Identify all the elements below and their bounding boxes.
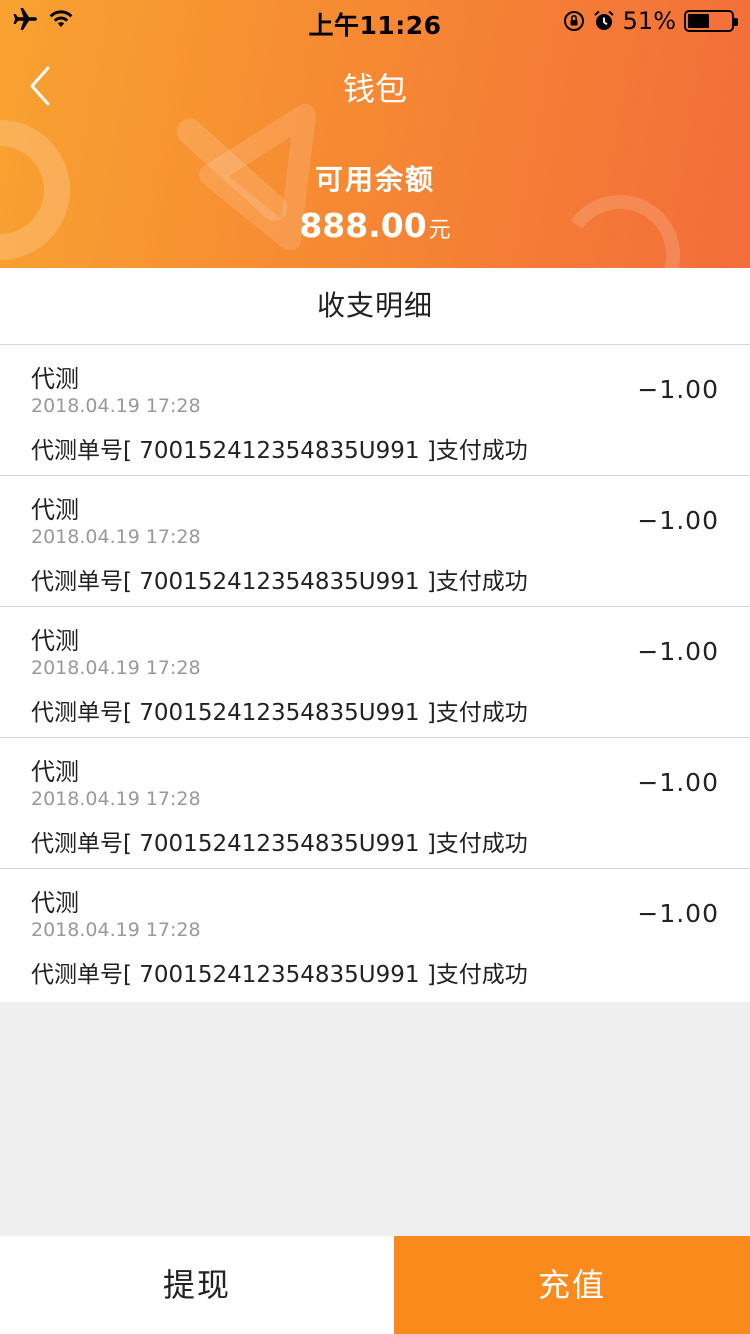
- transaction-description: 代测单号[ 700152412354835U991 ]支付成功: [31, 962, 528, 988]
- rotation-lock-icon: [563, 11, 584, 31]
- transaction-date: 2018.04.19 17:28: [31, 788, 201, 810]
- section-title: 收支明细: [0, 268, 750, 345]
- transaction-date: 2018.04.19 17:28: [31, 526, 201, 548]
- transaction-amount: −1.00: [637, 375, 719, 404]
- transaction-amount: −1.00: [637, 899, 719, 928]
- transaction-title: 代测: [31, 496, 79, 524]
- page-title: 钱包: [342, 70, 407, 108]
- transaction-date: 2018.04.19 17:28: [31, 919, 201, 941]
- list-item[interactable]: 代测 2018.04.19 17:28 代测单号[ 70015241235483…: [0, 869, 750, 1002]
- transaction-title: 代测: [31, 627, 79, 655]
- transaction-title: 代测: [31, 758, 79, 786]
- transaction-amount: −1.00: [637, 506, 719, 535]
- recharge-button[interactable]: 充值: [394, 1236, 750, 1334]
- battery-percent: 51%: [622, 7, 676, 35]
- transaction-date: 2018.04.19 17:28: [31, 395, 201, 417]
- transaction-description: 代测单号[ 700152412354835U991 ]支付成功: [31, 438, 528, 464]
- balance-label: 可用余额: [314, 163, 435, 196]
- transaction-title: 代测: [31, 365, 79, 393]
- list-item[interactable]: 代测 2018.04.19 17:28 代测单号[ 70015241235483…: [0, 738, 750, 869]
- alarm-icon: [593, 10, 614, 30]
- status-bar: 上午11:26 51%: [0, 0, 750, 40]
- wallet-header: 上午11:26 51% 钱包 可用余额 888.00元: [0, 0, 750, 268]
- transaction-description: 代测单号[ 700152412354835U991 ]支付成功: [31, 569, 528, 595]
- list-item[interactable]: 代测 2018.04.19 17:28 代测单号[ 70015241235483…: [0, 476, 750, 607]
- battery-icon: [684, 10, 738, 32]
- transaction-description: 代测单号[ 700152412354835U991 ]支付成功: [31, 831, 528, 857]
- list-item[interactable]: 代测 2018.04.19 17:28 代测单号[ 70015241235483…: [0, 345, 750, 476]
- balance-unit: 元: [428, 218, 451, 243]
- transaction-title: 代测: [31, 889, 79, 917]
- transaction-amount: −1.00: [637, 768, 719, 797]
- transaction-description: 代测单号[ 700152412354835U991 ]支付成功: [31, 700, 528, 726]
- withdraw-button[interactable]: 提现: [0, 1236, 394, 1334]
- transaction-date: 2018.04.19 17:28: [31, 657, 201, 679]
- balance-value: 888.00: [299, 206, 427, 245]
- balance-amount: 888.00元: [0, 206, 750, 245]
- bottom-action-bar: 提现 充值: [0, 1236, 750, 1334]
- list-item[interactable]: 代测 2018.04.19 17:28 代测单号[ 70015241235483…: [0, 607, 750, 738]
- transaction-amount: −1.00: [637, 637, 719, 666]
- battery-level: [688, 14, 709, 28]
- transaction-list: 代测 2018.04.19 17:28 代测单号[ 70015241235483…: [0, 345, 750, 1002]
